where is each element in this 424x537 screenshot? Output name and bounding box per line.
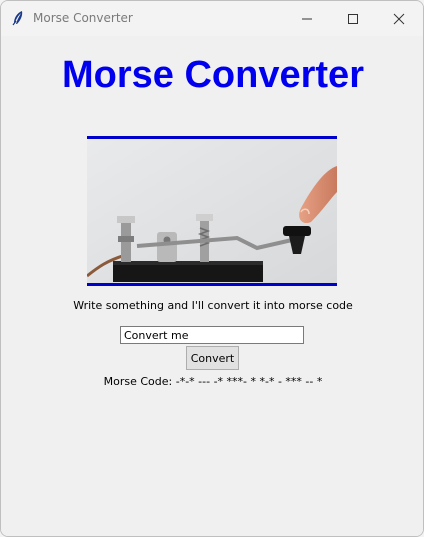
maximize-button[interactable] — [330, 1, 376, 36]
title-bar[interactable]: Morse Converter — [1, 1, 423, 36]
close-icon — [393, 13, 405, 25]
instruction-text: Write something and I'll convert it into… — [73, 299, 353, 312]
text-input[interactable] — [120, 326, 304, 344]
client-area — [1, 36, 423, 536]
close-button[interactable] — [376, 1, 422, 36]
morse-result: Morse Code: -*-* --- -* ***- * *-* - ***… — [103, 375, 323, 388]
convert-button[interactable]: Convert — [186, 346, 239, 370]
feather-icon — [12, 11, 23, 26]
minimize-icon — [302, 18, 312, 20]
minimize-button[interactable] — [284, 1, 330, 36]
maximize-icon — [348, 14, 358, 24]
app-window: Morse Converter Morse Converter Write so… — [0, 0, 424, 537]
telegraph-key-image — [87, 136, 337, 286]
page-title: Morse Converter — [62, 54, 364, 96]
window-title: Morse Converter — [33, 11, 133, 25]
